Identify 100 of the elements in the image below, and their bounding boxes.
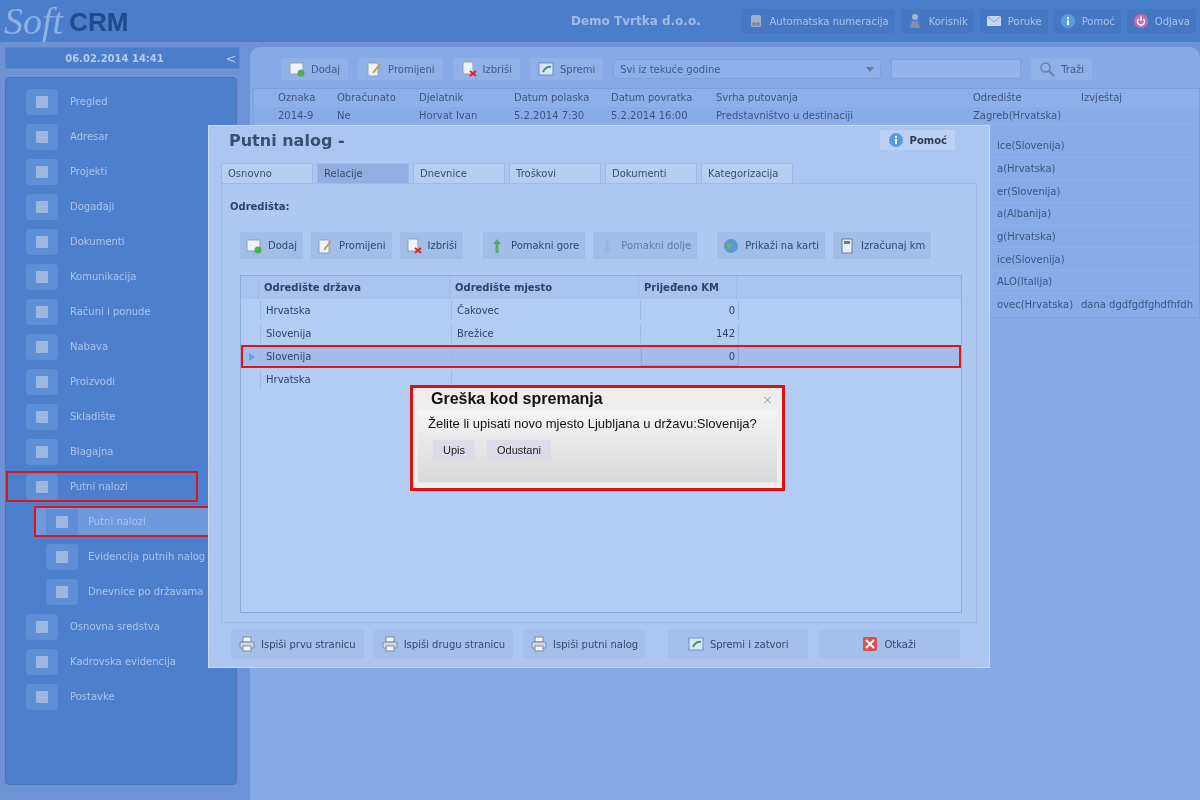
header-button[interactable]: Pomoć	[1053, 9, 1121, 33]
column-header[interactable]: Oznaka	[273, 92, 332, 103]
table-cell-text: ovec(Hrvatska)	[996, 299, 1075, 311]
toolbar-button[interactable]: Dodaj	[281, 58, 349, 80]
column-header[interactable]: Svrha putovanja	[711, 92, 968, 103]
info-icon	[887, 132, 904, 148]
module-icon	[46, 578, 78, 605]
table-cell-text: 5.2.2014 7:30	[513, 110, 586, 121]
toolbar-button[interactable]: Spremi	[529, 58, 604, 80]
table-cell-text: dana dgdfgdfghdfhfdh	[1080, 299, 1194, 311]
tab[interactable]: Osnovno	[221, 163, 313, 183]
collapse-button[interactable]: <	[223, 50, 239, 66]
filter-dropdown[interactable]: Svi iz tekuće godine	[613, 59, 882, 79]
tab[interactable]: Kategorizacija	[701, 163, 793, 183]
header-button[interactable]: Korisnik	[900, 9, 974, 33]
add-document-icon	[246, 237, 262, 254]
toolbar-button[interactable]: Pomakni gore	[482, 232, 586, 259]
grid-row[interactable]: Slovenija Brežice 142	[241, 322, 961, 345]
table-cell-text: Predstavništvo u destinaciji	[715, 110, 855, 121]
sidebar-item[interactable]: Događaji	[6, 191, 198, 222]
power-icon	[1132, 13, 1149, 29]
sidebar-item[interactable]: Evidencija putnih nalog	[34, 541, 210, 572]
header-button[interactable]: Odjava	[1126, 9, 1196, 33]
save-icon	[537, 61, 554, 77]
toolbar-button[interactable]: Izračunaj km	[833, 232, 932, 259]
footer-button[interactable]: Otkaži	[818, 630, 961, 658]
sidebar-item[interactable]: Pregled	[6, 86, 198, 117]
footer-button[interactable]: Spremi i zatvori	[668, 630, 809, 658]
date-time: 06.02.2014 14:41	[64, 52, 165, 64]
sidebar-item[interactable]: Osnovna sredstva	[6, 611, 198, 642]
calculator-icon	[839, 237, 856, 254]
close-button[interactable]: ×	[762, 391, 773, 407]
header-button[interactable]: Automatska numeracija	[741, 9, 895, 33]
grid-cell: Hrvatska	[261, 301, 452, 320]
sidebar-item[interactable]: Adresar	[6, 121, 198, 152]
column-header[interactable]: Odredište mjesto	[450, 276, 639, 299]
column-header[interactable]: Prijeđeno KM	[639, 276, 737, 299]
printer-icon	[531, 636, 548, 652]
column-header[interactable]: Datum povratka	[606, 92, 711, 103]
module-icon	[26, 333, 58, 360]
grid-row[interactable]: Slovenija 0	[241, 345, 961, 368]
tab[interactable]: Relacije	[317, 163, 409, 183]
header-button[interactable]: Poruke	[979, 9, 1048, 33]
logo-text: CRM	[69, 7, 129, 37]
column-header[interactable]: Odredište	[968, 92, 1076, 103]
toolbar-button[interactable]: Prikaži na karti	[717, 232, 826, 259]
module-icon	[26, 683, 58, 710]
dialog-button[interactable]: Odustani	[487, 440, 552, 460]
sidebar-item[interactable]: Putni nalozi	[6, 471, 198, 502]
toolbar-button[interactable]: Dodaj	[240, 232, 304, 259]
toolbar-button[interactable]: Izbriši	[399, 232, 463, 259]
sidebar-item[interactable]: Blagajna	[6, 436, 198, 467]
edit-document-icon	[317, 237, 334, 254]
search-button[interactable]: Traži	[1031, 58, 1093, 80]
grid-cell: Čakovec	[452, 301, 641, 320]
table-cell-text: Zagreb(Hrvatska)	[972, 110, 1063, 121]
dialog-button[interactable]: Upis	[433, 440, 475, 460]
sidebar-item[interactable]: Računi i ponude	[6, 296, 198, 327]
table-cell-text: ice(Slovenija)	[996, 253, 1066, 265]
table-cell-text: a(Hrvatska)	[996, 163, 1057, 175]
window-title: Putni nalog -	[228, 130, 345, 150]
table-cell-text: ALO(Italija)	[996, 276, 1054, 288]
toolbar-button[interactable]: Promijeni	[358, 58, 443, 80]
sidebar-item[interactable]: Dokumenti	[6, 226, 198, 257]
sidebar-item[interactable]: Nabava	[6, 331, 198, 362]
footer-button[interactable]: Ispiši prvu stranicu	[231, 630, 364, 658]
sidebar-item[interactable]: Skladište	[6, 401, 198, 432]
tab[interactable]: Dokumenti	[605, 163, 697, 183]
toolbar-button[interactable]: Izbriši	[452, 58, 520, 80]
module-icon	[26, 648, 58, 675]
column-header[interactable]: Odredište država	[259, 276, 450, 299]
grid-cell: 0	[641, 301, 739, 320]
sidebar-item[interactable]: Proizvodi	[6, 366, 198, 397]
printer-icon	[239, 636, 255, 652]
module-icon	[26, 123, 58, 150]
footer-button[interactable]: Ispiši drugu stranicu	[373, 630, 514, 658]
cancel-icon	[862, 636, 879, 652]
sidebar-item[interactable]: Postavke	[6, 681, 198, 712]
sidebar-item[interactable]: Kadrovska evidencija	[6, 646, 198, 677]
column-header[interactable]: Izvještaj	[1076, 92, 1196, 103]
sidebar-item[interactable]: Dnevnice po državama	[34, 576, 210, 607]
tab[interactable]: Troškovi	[509, 163, 601, 183]
section-title: Odredišta:	[230, 201, 291, 212]
table-cell-text: 5.2.2014 16:00	[610, 110, 689, 121]
table-cell-text: er(Slovenija)	[996, 185, 1062, 197]
column-header[interactable]: Djelatnik	[414, 92, 509, 103]
help-button[interactable]: Pomoć	[879, 130, 955, 150]
sidebar-item[interactable]: Komunikacija	[6, 261, 198, 292]
grid-row[interactable]: Hrvatska Čakovec 0	[241, 299, 961, 322]
sidebar-item[interactable]: Projekti	[6, 156, 198, 187]
column-header[interactable]: Obračunato	[332, 92, 414, 103]
module-icon	[26, 403, 58, 430]
toolbar-button[interactable]: Promijeni	[311, 232, 392, 259]
footer-button[interactable]: Ispiši putni nalog	[523, 630, 647, 658]
tab[interactable]: Dnevnice	[413, 163, 505, 183]
module-icon	[26, 158, 58, 185]
save-icon	[687, 636, 704, 652]
column-header[interactable]: Datum polaska	[509, 92, 606, 103]
add-document-icon	[289, 61, 305, 77]
grid-cell: Brežice	[452, 324, 641, 343]
